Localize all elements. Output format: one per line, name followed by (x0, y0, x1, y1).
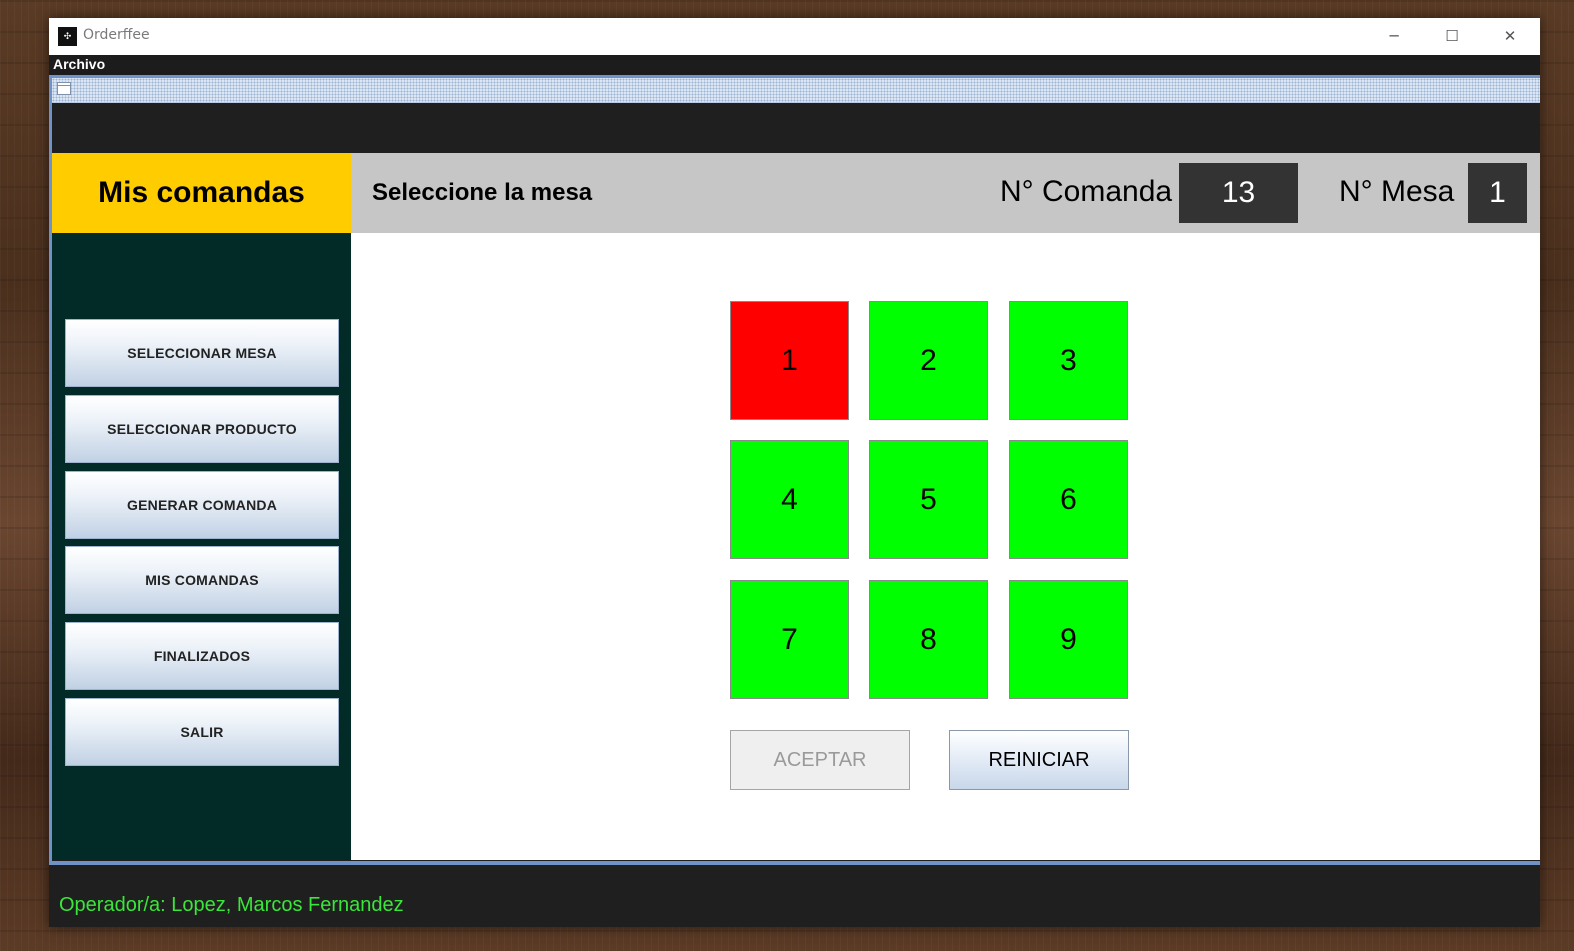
app-logo-icon: ✣ (58, 27, 77, 46)
generate-order-button[interactable]: GENERAR COMANDA (65, 471, 339, 539)
close-button[interactable]: ✕ (1481, 18, 1539, 55)
select-table-button[interactable]: SELECCIONAR MESA (65, 319, 339, 387)
table-button-6[interactable]: 6 (1009, 440, 1128, 559)
mesa-number-label: N° Mesa (1339, 175, 1455, 208)
page-subtitle: Seleccione la mesa (372, 179, 593, 206)
section-title: Mis comandas (98, 176, 305, 209)
comanda-number-label: N° Comanda (1000, 175, 1173, 208)
table-button-4[interactable]: 4 (730, 440, 849, 559)
status-bar: Operador/a: Lopez, Marcos Fernandez (49, 865, 1540, 927)
app-window: ✣ Orderffee ─ ☐ ✕ Archivo Mis comandas S… (49, 18, 1540, 927)
table-button-2[interactable]: 2 (869, 301, 988, 420)
menu-archivo[interactable]: Archivo (53, 56, 105, 72)
accept-button[interactable]: ACEPTAR (730, 730, 910, 790)
exit-button[interactable]: SALIR (65, 698, 339, 766)
table-button-9[interactable]: 9 (1009, 580, 1128, 699)
window-icon (57, 82, 71, 95)
section-header: Mis comandas (52, 153, 351, 233)
sidebar: SELECCIONAR MESA SELECCIONAR PRODUCTO GE… (52, 233, 351, 860)
table-button-5[interactable]: 5 (869, 440, 988, 559)
operator-label: Operador/a: Lopez, Marcos Fernandez (59, 894, 404, 916)
maximize-button[interactable]: ☐ (1423, 18, 1481, 55)
my-orders-button[interactable]: MIS COMANDAS (65, 546, 339, 614)
table-button-1[interactable]: 1 (730, 301, 849, 420)
minimize-button[interactable]: ─ (1365, 18, 1423, 55)
comanda-number-value: 13 (1179, 163, 1298, 223)
table-selection-panel: 1 2 3 4 5 6 7 8 9 ACEPTAR REINICIAR (351, 233, 1540, 860)
mesa-number-value: 1 (1468, 163, 1527, 223)
internal-frame-title-bar[interactable] (52, 78, 1540, 103)
select-product-button[interactable]: SELECCIONAR PRODUCTO (65, 395, 339, 463)
finished-button[interactable]: FINALIZADOS (65, 622, 339, 690)
table-button-8[interactable]: 8 (869, 580, 988, 699)
menu-bar: Archivo (49, 55, 1540, 75)
reset-button[interactable]: REINICIAR (949, 730, 1129, 790)
title-bar: ✣ Orderffee ─ ☐ ✕ (49, 18, 1540, 55)
window-title: Orderffee (83, 27, 150, 43)
internal-frame: Mis comandas Seleccione la mesa N° Coman… (49, 75, 1540, 865)
table-button-7[interactable]: 7 (730, 580, 849, 699)
info-bar: Seleccione la mesa N° Comanda 13 N° Mesa… (351, 153, 1540, 233)
table-button-3[interactable]: 3 (1009, 301, 1128, 420)
